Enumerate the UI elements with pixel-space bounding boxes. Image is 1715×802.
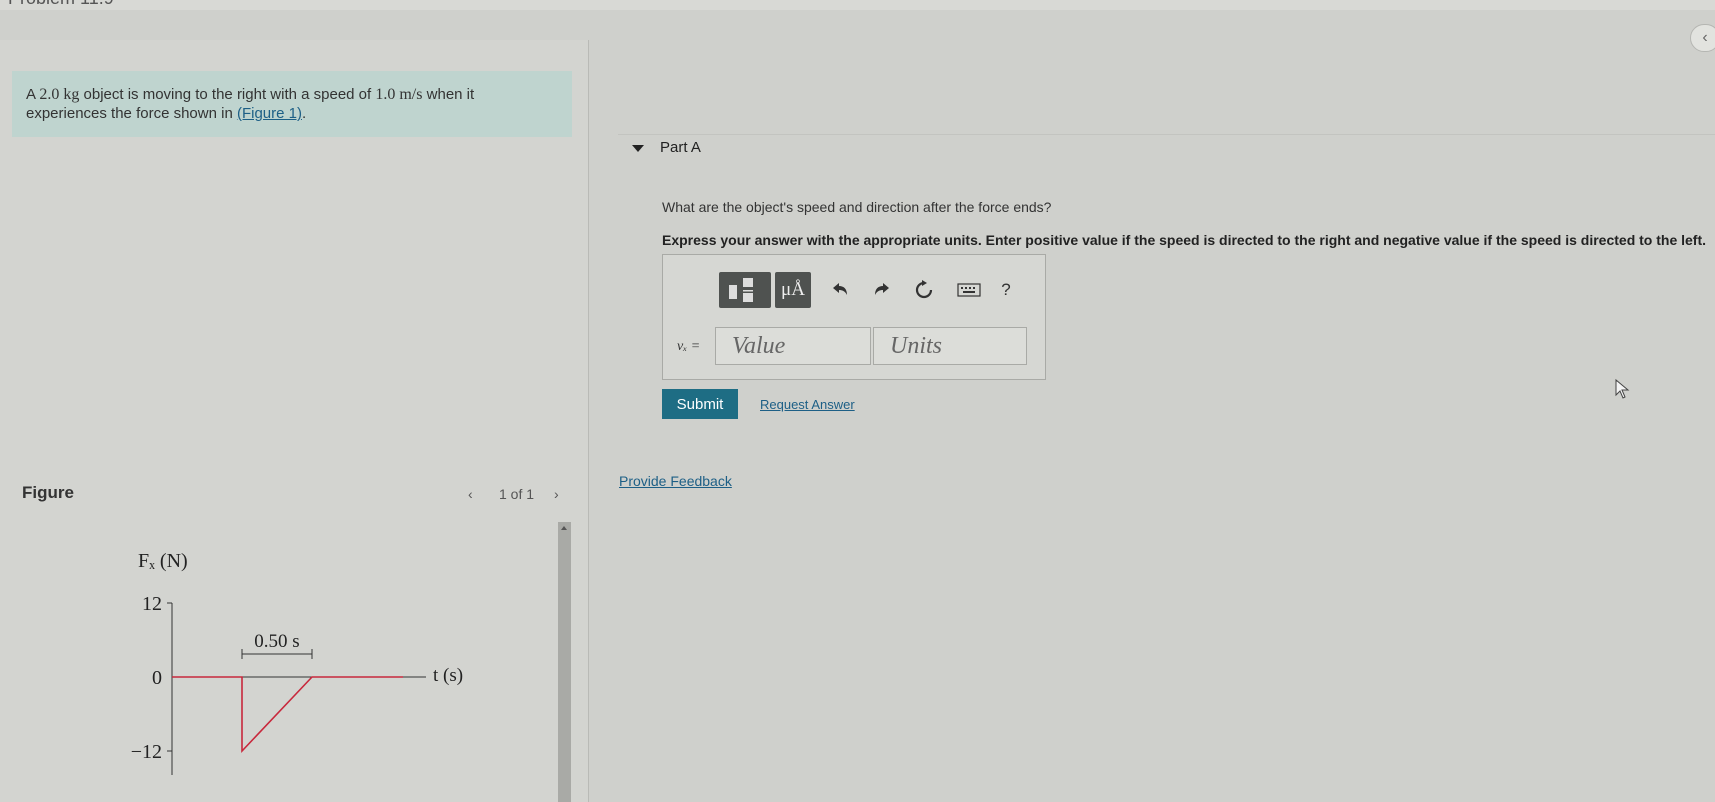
chevron-left-icon[interactable]: ‹: [1690, 24, 1715, 52]
undo-icon[interactable]: [825, 272, 855, 308]
units-input[interactable]: Units: [873, 327, 1027, 365]
submit-button[interactable]: Submit: [662, 389, 738, 419]
chevron-right-icon[interactable]: ›: [554, 486, 559, 502]
chevron-left-icon[interactable]: ‹: [468, 486, 473, 502]
duration-annotation: 0.50 s: [241, 631, 313, 659]
problem-text: .: [301, 105, 307, 122]
force-series-line: [172, 676, 403, 754]
question-text: What are the object's speed and directio…: [662, 199, 1052, 215]
value-input[interactable]: Value: [715, 327, 871, 365]
speed-value: 1.0 m/s: [375, 86, 423, 103]
caret-down-icon: [632, 144, 644, 152]
part-a-header[interactable]: Part A: [632, 139, 701, 156]
y-tick-label: −12: [131, 741, 162, 763]
part-label: Part A: [660, 139, 701, 156]
y-ticks: 12 0 −12: [131, 593, 172, 763]
problem-text: object is moving to the right with a spe…: [79, 86, 376, 103]
figure-link[interactable]: (Figure 1): [237, 105, 302, 122]
top-strip: Problem 11.9: [0, 0, 1715, 10]
annotation-label: 0.50 s: [254, 631, 299, 652]
problem-text: A: [26, 86, 40, 103]
part-divider: [618, 134, 1715, 135]
y-tick-label: 12: [142, 593, 162, 615]
keyboard-icon[interactable]: [953, 272, 985, 308]
y-tick-label: 0: [152, 667, 162, 689]
figure-heading: Figure: [22, 483, 74, 502]
figure-scrollbar[interactable]: [558, 522, 571, 802]
units-button[interactable]: μÅ: [775, 272, 811, 308]
mass-value: 2.0 kg: [39, 86, 80, 103]
request-answer-link[interactable]: Request Answer: [760, 397, 855, 412]
force-time-chart: Fₓ (N) 12 0 −12 0.50 s t (s): [131, 550, 463, 775]
instructions-text: Express your answer with the appropriate…: [662, 232, 1707, 248]
help-button[interactable]: ?: [995, 272, 1017, 308]
answer-box: μÅ ? vₓ = Value Units: [662, 254, 1046, 380]
problem-statement: A 2.0 kg object is moving to the right w…: [12, 71, 572, 137]
variable-label: vₓ =: [677, 339, 701, 354]
provide-feedback-link[interactable]: Provide Feedback: [619, 473, 732, 489]
reset-icon[interactable]: [909, 272, 939, 308]
page-title-fragment: Problem 11.9: [8, 0, 114, 9]
fraction-template-icon[interactable]: [719, 272, 771, 308]
x-axis-label: t (s): [433, 665, 463, 686]
y-axis-label: Fₓ (N): [138, 550, 188, 572]
redo-icon[interactable]: [867, 272, 897, 308]
mouse-cursor-icon: [1615, 378, 1630, 399]
figure-page-indicator: 1 of 1: [499, 486, 535, 502]
